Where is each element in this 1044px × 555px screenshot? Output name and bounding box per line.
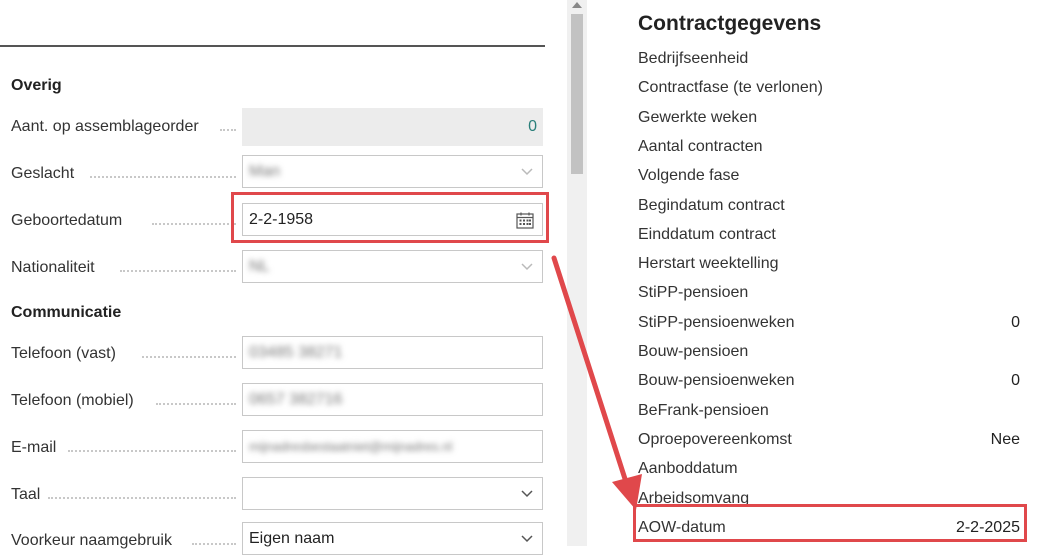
- contract-section-title: Contractgegevens: [638, 12, 822, 35]
- contract-row: Begindatum contract: [638, 197, 1020, 215]
- contract-row-label: Bouw-pensioen: [638, 343, 749, 360]
- assembly-value: 0: [528, 118, 537, 135]
- leader-dots: [220, 129, 236, 131]
- birthdate-highlight-box: [231, 192, 549, 243]
- leader-dots: [192, 543, 236, 545]
- contract-row-label: BeFrank-pensioen: [638, 401, 769, 419]
- contract-row-label: Aantal contracten: [638, 137, 763, 155]
- vertical-scrollbar[interactable]: [567, 0, 587, 546]
- scroll-up-icon[interactable]: [572, 2, 582, 8]
- assembly-label: Aant. op assemblageorder: [11, 118, 199, 135]
- nationality-label: Nationaliteit: [11, 259, 95, 276]
- email-input[interactable]: mijnadresbestaatniet@mijnadres.nl: [242, 430, 543, 463]
- contract-row-label: Bedrijfseenheid: [638, 50, 749, 67]
- contract-row: Aanboddatum: [638, 460, 1020, 478]
- chevron-down-icon: [521, 168, 533, 176]
- contract-row-label: Contractfase (te verlonen): [638, 79, 823, 97]
- contract-row-label: StiPP-pensioenweken: [638, 313, 795, 331]
- gender-select[interactable]: Man: [242, 155, 543, 188]
- gender-label: Geslacht: [11, 165, 75, 182]
- contract-row-label: StiPP-pensioen: [638, 284, 749, 302]
- chevron-down-icon: [521, 490, 533, 498]
- contract-row-label: Herstart weektelling: [638, 255, 779, 273]
- mobile-input[interactable]: 0657 382716: [242, 383, 543, 416]
- phone-label: Telefoon (vast): [11, 345, 116, 362]
- contract-row: Bouw-pensioenweken 0: [638, 372, 1020, 390]
- contract-row-label: Oproepovereenkomst: [638, 430, 792, 448]
- contract-row: StiPP-pensioen: [638, 284, 1020, 302]
- contract-row: Gewerkte weken: [638, 109, 1020, 127]
- contract-row-value: 0: [1011, 313, 1020, 331]
- employee-card-left-panel: Overig Aant. op assemblageorder 0 Geslac…: [0, 0, 548, 555]
- contract-row-value: 0: [1011, 372, 1020, 390]
- mobile-value: 0657 382716: [249, 390, 343, 408]
- mobile-label: Telefoon (mobiel): [11, 392, 134, 409]
- leader-dots: [48, 497, 236, 499]
- contract-row-label: Begindatum contract: [638, 196, 785, 214]
- section-divider: [0, 45, 545, 47]
- name-pref-label: Voorkeur naamgebruik: [11, 532, 172, 549]
- leader-dots: [142, 356, 236, 358]
- contract-row: Contractfase (te verlonen): [638, 79, 1020, 97]
- contract-row-label: Einddatum contract: [638, 225, 776, 243]
- gender-value: Man: [249, 162, 281, 180]
- contract-row: Oproepovereenkomst Nee: [638, 431, 1020, 449]
- contract-row: Herstart weektelling: [638, 255, 1020, 273]
- email-value: mijnadresbestaatniet@mijnadres.nl: [249, 439, 453, 454]
- contract-row: Einddatum contract: [638, 226, 1020, 244]
- leader-dots: [68, 450, 236, 452]
- leader-dots: [152, 223, 236, 225]
- contract-row: StiPP-pensioenweken 0: [638, 314, 1020, 332]
- nationality-value: NL: [249, 257, 270, 275]
- phone-value: 03485 38271: [249, 343, 343, 361]
- name-pref-select[interactable]: Eigen naam: [242, 522, 543, 555]
- language-label: Taal: [11, 486, 41, 503]
- leader-dots: [120, 270, 236, 272]
- name-pref-value: Eigen naam: [249, 529, 335, 547]
- chevron-down-icon: [521, 535, 533, 543]
- contract-row-label: Volgende fase: [638, 167, 740, 185]
- nationality-select[interactable]: NL: [242, 250, 543, 283]
- birthdate-label: Geboortedatum: [11, 212, 123, 229]
- aow-date-highlight-box: [633, 504, 1027, 542]
- contract-row-label: Bouw-pensioenweken: [638, 372, 795, 390]
- contract-row: BeFrank-pensioen: [638, 402, 1020, 420]
- contract-row: Bouw-pensioen: [638, 343, 1020, 361]
- phone-input[interactable]: 03485 38271: [242, 336, 543, 369]
- section-title-overig: Overig: [11, 77, 62, 94]
- assembly-field: 0: [242, 108, 543, 146]
- contract-row-value: Nee: [990, 430, 1020, 448]
- contract-row-label: Aanboddatum: [638, 460, 738, 478]
- contract-row: Volgende fase: [638, 167, 1020, 185]
- chevron-down-icon: [521, 263, 533, 271]
- language-select[interactable]: [242, 477, 543, 510]
- leader-dots: [90, 176, 236, 178]
- contract-row: Aantal contracten: [638, 138, 1020, 156]
- contract-row-label: Gewerkte weken: [638, 108, 758, 126]
- email-label: E-mail: [11, 439, 57, 456]
- contract-row: Bedrijfseenheid: [638, 50, 1020, 68]
- leader-dots: [156, 403, 236, 405]
- section-title-communicatie: Communicatie: [11, 304, 122, 321]
- scrollbar-thumb[interactable]: [571, 14, 583, 174]
